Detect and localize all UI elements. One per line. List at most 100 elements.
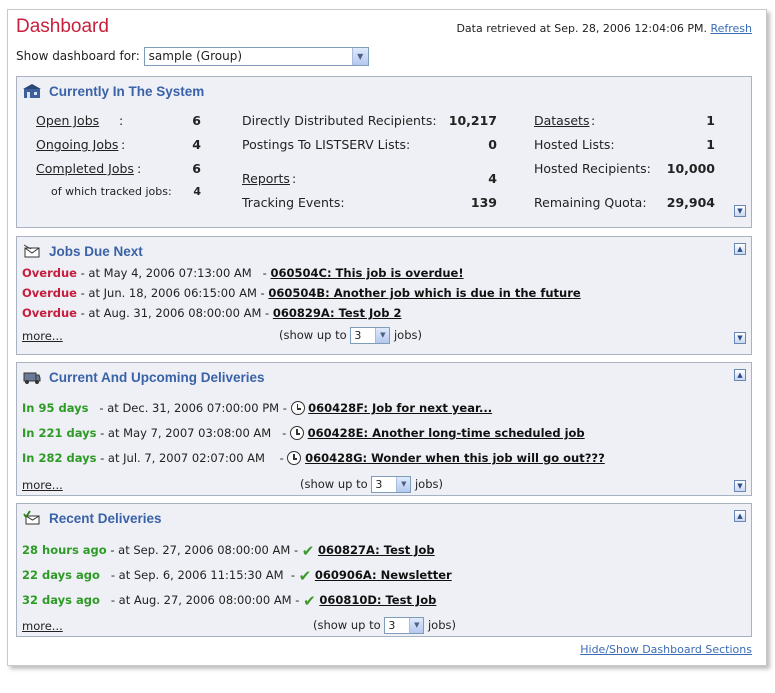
clock-icon [287,451,302,465]
list-item: In 95 days - at Dec. 31, 2006 07:00:00 P… [22,401,493,415]
tracked-jobs-label: of which tracked jobs: [51,185,172,198]
more-link[interactable]: more... [22,478,63,492]
job-link[interactable]: 060504C: This job is overdue! [271,266,464,280]
open-jobs-value: 6 [192,113,201,128]
datasets-value: 1 [706,113,715,128]
ongoing-jobs-link[interactable]: Ongoing Jobs [36,137,118,152]
more-link[interactable]: more... [22,329,63,343]
tracked-jobs-value: 4 [193,185,201,198]
collapse-up-icon[interactable]: ▲ [734,510,746,522]
tracking-events-value: 139 [470,195,497,210]
expand-down-icon[interactable]: ▼ [734,332,746,344]
checkmark-icon: ✔ [298,567,312,585]
list-item: Overdue - at Jun. 18, 2006 06:15:00 AM -… [22,286,581,300]
hosted-lists-label: Hosted Lists: [534,137,615,152]
datasets-link[interactable]: Datasets [534,113,589,128]
hosted-lists-value: 1 [706,137,715,152]
show-dashboard-for: Show dashboard for: sample (Group) ▼ [16,47,369,66]
building-icon [23,84,41,98]
system-panel-title: Currently In The System [23,83,204,99]
retrieved-text: Data retrieved at Sep. 28, 2006 12:04:06… [456,22,707,35]
remaining-quota-label: Remaining Quota: [534,195,647,210]
jobs-due-title: Jobs Due Next [49,243,143,259]
chevron-down-icon[interactable]: ▼ [351,48,368,65]
status-label: In 282 days [22,451,97,465]
remaining-quota-value: 29,904 [666,195,715,210]
postings-value: 0 [488,137,497,152]
chevron-down-icon[interactable]: ▼ [409,618,424,633]
group-select-value: sample (Group) [148,49,242,63]
job-link[interactable]: 060906A: Newsletter [315,568,452,582]
status-label: 28 hours ago [22,543,107,557]
direct-recipients-label: Directly Distributed Recipients: [242,113,437,128]
open-jobs-link[interactable]: Open Jobs [36,113,99,128]
hosted-recipients-label: Hosted Recipients: [534,161,651,176]
jobs-due-panel-title: Jobs Due Next [23,243,143,259]
clock-icon [290,426,304,440]
completed-jobs-link[interactable]: Completed Jobs [36,161,134,176]
collapse-up-icon[interactable]: ▲ [734,243,746,255]
tracking-events-label: Tracking Events: [242,195,345,210]
hide-show-sections-link[interactable]: Hide/Show Dashboard Sections [580,643,752,656]
status-label: Overdue [22,266,77,280]
completed-jobs-value: 6 [192,161,201,176]
ongoing-jobs-value: 4 [192,137,201,152]
show-for-label: Show dashboard for: [16,49,140,63]
job-link[interactable]: 060827A: Test Job [318,543,435,557]
truck-icon [23,372,41,384]
job-link[interactable]: 060428E: Another long-time scheduled job [308,426,585,440]
chevron-down-icon[interactable]: ▼ [396,477,411,492]
data-retrieved-info: Data retrieved at Sep. 28, 2006 12:04:06… [456,22,752,35]
list-item: Overdue - at May 4, 2006 07:13:00 AM - 0… [22,266,464,280]
count-select[interactable]: 3 ▼ [384,617,425,634]
recent-panel: Recent Deliveries ▲ 28 hours ago - at Se… [16,503,752,637]
list-item: 28 hours ago - at Sep. 27, 2006 08:00:00… [22,542,435,560]
clock-icon [290,401,305,415]
reports-value: 4 [488,171,497,186]
status-label: 32 days ago [22,593,100,607]
list-item: Overdue - at Aug. 31, 2006 08:00:00 AM -… [22,306,402,320]
count-select[interactable]: 3 ▼ [371,476,412,493]
system-panel: Currently In The System Open Jobs : 6 On… [16,76,752,228]
group-select[interactable]: sample (Group) ▼ [143,47,369,66]
envelope-icon [23,244,40,258]
system-title: Currently In The System [49,83,205,99]
collapse-up-icon[interactable]: ▲ [734,369,746,381]
job-link[interactable]: 060428F: Job for next year... [308,401,492,415]
deliveries-panel-title: Current And Upcoming Deliveries [23,369,265,385]
show-up-to-control: (show up to 3 ▼ jobs) [279,327,422,344]
chevron-down-icon[interactable]: ▼ [375,328,390,343]
page-title: Dashboard [16,16,109,37]
list-item: 22 days ago - at Sep. 6, 2006 11:15:30 A… [22,567,452,585]
checkmark-icon: ✔ [301,542,315,560]
list-item: 32 days ago - at Aug. 27, 2006 08:00:00 … [22,592,437,610]
expand-down-icon[interactable]: ▼ [734,205,746,217]
job-link[interactable]: 060810D: Test Job [319,593,436,607]
recent-title: Recent Deliveries [49,510,162,526]
checked-mail-icon [23,510,40,525]
count-select[interactable]: 3 ▼ [350,327,391,344]
job-link[interactable]: 060504B: Another job which is due in the… [268,286,580,300]
refresh-link[interactable]: Refresh [710,22,752,35]
list-item: In 282 days - at Jul. 7, 2007 02:07:00 A… [22,451,605,465]
status-label: In 221 days [22,426,97,440]
checkmark-icon: ✔ [303,592,316,610]
job-link[interactable]: 060428G: Wonder when this job will go ou… [305,451,605,465]
status-label: In 95 days [22,401,89,415]
hosted-recipients-value: 10,000 [666,161,715,176]
job-link[interactable]: 060829A: Test Job 2 [273,306,402,320]
list-item: In 221 days - at May 7, 2007 03:08:00 AM… [22,426,585,440]
expand-down-icon[interactable]: ▼ [734,480,746,492]
jobs-due-panel: Jobs Due Next ▲ Overdue - at May 4, 2006… [16,236,752,355]
reports-link[interactable]: Reports [242,171,290,186]
direct-recipients-value: 10,217 [448,113,497,128]
status-label: Overdue [22,286,77,300]
deliveries-panel: Current And Upcoming Deliveries ▲ In 95 … [16,362,752,496]
show-up-to-control: (show up to 3 ▼ jobs) [313,617,456,634]
recent-panel-title: Recent Deliveries [23,510,162,526]
status-label: 22 days ago [22,568,100,582]
postings-label: Postings To LISTSERV Lists: [242,137,411,152]
status-label: Overdue [22,306,77,320]
more-link[interactable]: more... [22,619,63,633]
show-up-to-control: (show up to 3 ▼ jobs) [300,476,443,493]
